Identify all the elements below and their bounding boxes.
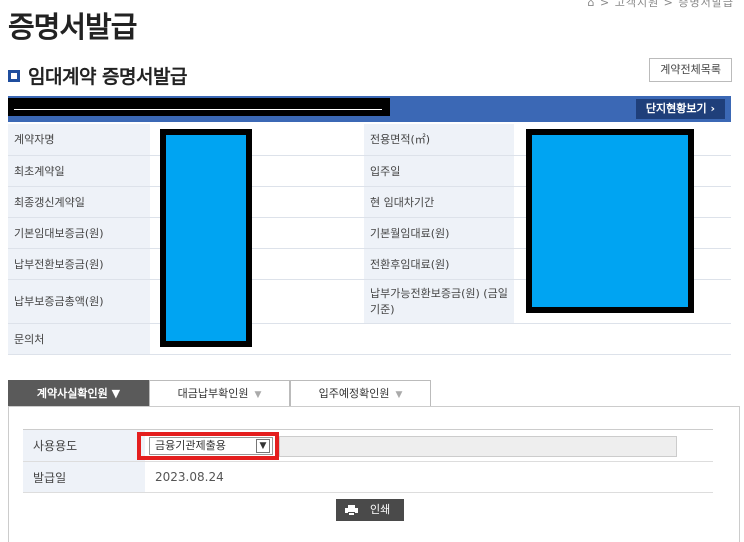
square-bullet-icon	[8, 69, 20, 82]
info-label: 납부보증금총액(원)	[8, 279, 150, 324]
contract-header-bar: 단지현황보기 ›	[8, 96, 731, 122]
redaction-line	[14, 109, 382, 110]
page-title: 증명서발급	[8, 10, 137, 44]
info-label: 문의처	[8, 323, 150, 355]
complex-status-button[interactable]: 단지현황보기 ›	[635, 99, 725, 119]
chevron-down-icon: ▼	[254, 390, 262, 400]
tab-label: 대금납부확인원	[177, 387, 249, 400]
table-row: 발급일 2023.08.24	[23, 461, 713, 493]
breadcrumb: ⌂ > 고객지원 > 증명서발급	[587, 0, 734, 9]
usage-cell: 금융기관제출용 ▼	[137, 429, 713, 462]
certificate-tabs: 계약사실확인원 ▼ 대금납부확인원 ▼ 입주예정확인원 ▼	[8, 380, 431, 406]
info-label: 전용면적(㎡)	[364, 124, 514, 156]
print-button[interactable]: 인쇄	[336, 499, 404, 521]
contract-list-button[interactable]: 계약전체목록	[649, 58, 732, 82]
info-label: 기본월임대료(원)	[364, 217, 514, 249]
table-row: 사용용도 금융기관제출용 ▼	[23, 429, 713, 462]
issue-form: 사용용도 금융기관제출용 ▼ 발급일 2023.08.24	[23, 429, 713, 493]
info-label: 계약자명	[8, 124, 150, 156]
usage-detail-input[interactable]	[279, 436, 677, 457]
info-label: 최초계약일	[8, 155, 150, 187]
tab-payment-confirmation[interactable]: 대금납부확인원 ▼	[149, 380, 290, 406]
chevron-down-icon: ▼	[395, 390, 403, 400]
tab-movein-confirmation[interactable]: 입주예정확인원 ▼	[290, 380, 431, 406]
info-value	[364, 323, 514, 355]
info-label: 기본임대보증금(원)	[8, 217, 150, 249]
usage-label: 사용용도	[23, 429, 145, 462]
tab-label: 입주예정확인원	[318, 387, 390, 400]
info-value	[514, 323, 731, 355]
info-label: 납부가능전환보증금(원) (금일기준)	[364, 279, 514, 324]
issue-date-value: 2023.08.24	[145, 461, 713, 493]
info-label: 입주일	[364, 155, 514, 187]
redaction-mask-left	[160, 129, 252, 347]
info-label: 현 임대차기간	[364, 186, 514, 218]
redaction-mask-right	[526, 129, 694, 313]
tab-contract-confirmation[interactable]: 계약사실확인원 ▼	[8, 380, 149, 406]
info-label: 전환후임대료(원)	[364, 248, 514, 280]
table-row: 문의처	[8, 323, 731, 355]
printer-icon	[345, 504, 358, 516]
usage-field: 금융기관제출용 ▼	[137, 430, 713, 461]
issue-date-label: 발급일	[23, 461, 145, 493]
info-label: 최종갱신계약일	[8, 186, 150, 218]
section-title: 임대계약 증명서발급	[28, 66, 187, 88]
highlight-frame	[137, 432, 279, 460]
redaction-bar	[8, 98, 390, 116]
info-label: 납부전환보증금(원)	[8, 248, 150, 280]
section-header: 임대계약 증명서발급	[8, 62, 187, 89]
print-label: 인쇄	[370, 503, 391, 516]
certificate-panel: 사용용도 금융기관제출용 ▼ 발급일 2023.08.24 인쇄	[8, 406, 740, 542]
